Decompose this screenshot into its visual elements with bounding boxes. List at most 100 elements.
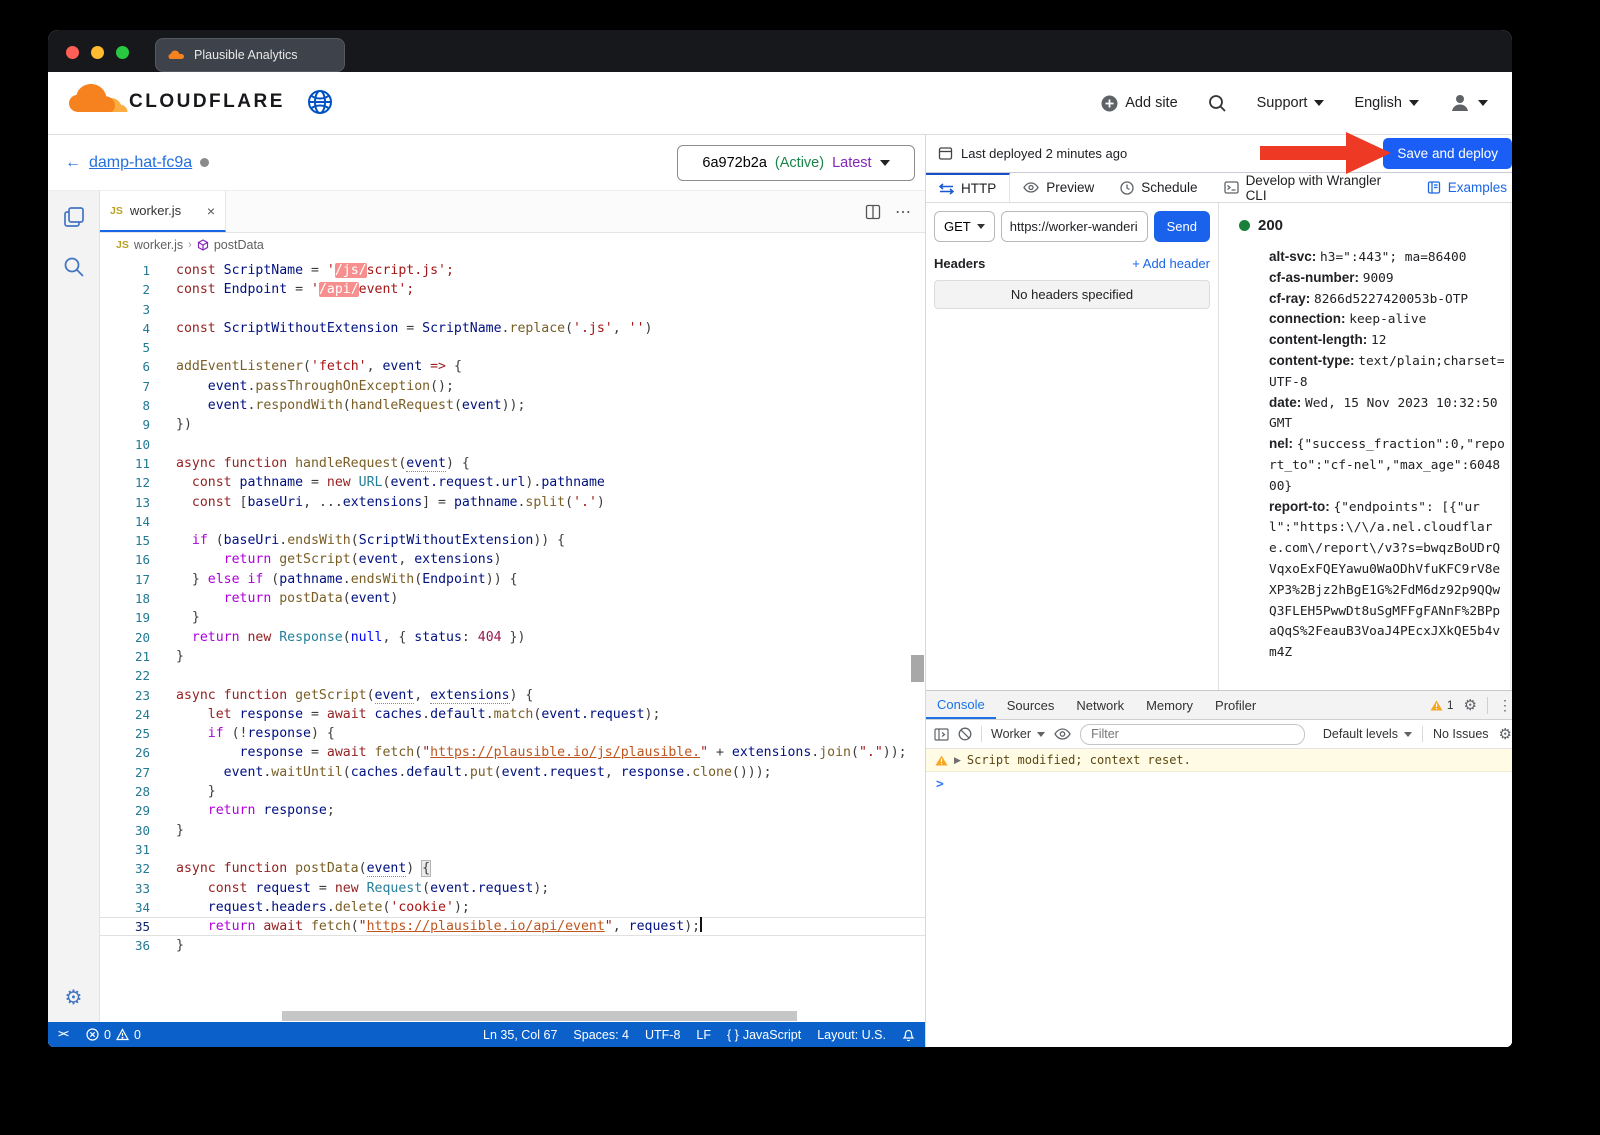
send-request-button[interactable]: Send	[1154, 211, 1210, 242]
code-line[interactable]: 6addEventListener('fetch', event => {	[100, 357, 925, 376]
support-menu[interactable]: Support	[1257, 95, 1325, 111]
code-line[interactable]: 1const ScriptName = '/js/script.js';	[100, 261, 925, 280]
more-actions-icon[interactable]: ⋯	[895, 202, 911, 222]
code-line[interactable]: 33 const request = new Request(event.req…	[100, 879, 925, 898]
settings-gear-icon[interactable]: ⚙	[48, 985, 99, 1010]
tab-schedule[interactable]: Schedule	[1107, 173, 1210, 202]
code-line[interactable]: 16 return getScript(event, extensions)	[100, 550, 925, 569]
split-editor-icon[interactable]	[865, 204, 881, 220]
devtools-menu-icon[interactable]: ⋮	[1487, 697, 1512, 714]
response-scrollbar[interactable]	[1510, 203, 1512, 690]
add-site-button[interactable]: Add site	[1101, 95, 1177, 112]
code-line[interactable]: 29 return response;	[100, 801, 925, 820]
code-line[interactable]: 27 event.waitUntil(caches.default.put(ev…	[100, 763, 925, 782]
cloudflare-logo[interactable]	[65, 82, 129, 124]
expand-triangle-icon[interactable]: ▶	[954, 755, 961, 766]
code-line[interactable]: 9})	[100, 415, 925, 434]
keyboard-layout[interactable]: Layout: U.S.	[817, 1028, 886, 1042]
problems-status[interactable]: 0 0	[86, 1028, 141, 1042]
code-line[interactable]: 12 const pathname = new URL(event.reques…	[100, 473, 925, 492]
tab-profiler[interactable]: Profiler	[1204, 691, 1267, 719]
code-line[interactable]: 28 }	[100, 782, 925, 801]
code-line[interactable]: 13 const [baseUri, ...extensions] = path…	[100, 493, 925, 512]
tab-sources[interactable]: Sources	[996, 691, 1066, 719]
code-line[interactable]: 25 if (!response) {	[100, 724, 925, 743]
zoom-window-button[interactable]	[116, 46, 129, 59]
code-line[interactable]: 19 }	[100, 608, 925, 627]
code-line[interactable]: 24 let response = await caches.default.m…	[100, 705, 925, 724]
account-menu[interactable]	[1449, 92, 1488, 114]
console-prompt[interactable]: >	[926, 772, 1512, 796]
code-line[interactable]: 34 request.headers.delete('cookie');	[100, 898, 925, 917]
live-expression-eye-icon[interactable]	[1054, 728, 1071, 740]
code-line[interactable]: 3	[100, 300, 925, 319]
code-line[interactable]: 17 } else if (pathname.endsWith(Endpoint…	[100, 570, 925, 589]
breadcrumb-file[interactable]: worker.js	[134, 238, 183, 252]
browser-tab[interactable]: Plausible Analytics	[155, 38, 345, 72]
tab-network[interactable]: Network	[1065, 691, 1135, 719]
code-line[interactable]: 11async function handleRequest(event) {	[100, 454, 925, 473]
code-line[interactable]: 26 response = await fetch("https://plaus…	[100, 743, 925, 762]
code-line[interactable]: 20 return new Response(null, { status: 4…	[100, 628, 925, 647]
code-line[interactable]: 2const Endpoint = '/api/event';	[100, 280, 925, 299]
tab-wrangler-cli[interactable]: Develop with Wrangler CLI	[1211, 173, 1414, 202]
method-select[interactable]: GET	[934, 211, 995, 242]
explorer-icon[interactable]	[62, 205, 86, 229]
cursor-position[interactable]: Ln 35, Col 67	[483, 1028, 557, 1042]
language-menu[interactable]: English	[1354, 95, 1419, 111]
encoding[interactable]: UTF-8	[645, 1028, 680, 1042]
search-icon[interactable]	[1208, 94, 1227, 113]
language-mode[interactable]: { }JavaScript	[727, 1028, 801, 1042]
code-line[interactable]: 30}	[100, 821, 925, 840]
code-line[interactable]: 32async function postData(event) {	[100, 859, 925, 878]
clear-console-icon[interactable]	[958, 727, 972, 741]
warnings-badge[interactable]: 1	[1430, 698, 1454, 712]
code-line[interactable]: 23async function getScript(event, extens…	[100, 686, 925, 705]
code-line[interactable]: 31	[100, 840, 925, 859]
remote-indicator-icon[interactable]: ><	[48, 1022, 78, 1047]
breadcrumb-symbol[interactable]: postData	[214, 238, 264, 252]
editor-tab-workerjs[interactable]: JS worker.js ×	[100, 191, 226, 232]
code-line[interactable]: 21}	[100, 647, 925, 666]
code-line[interactable]: 35 return await fetch("https://plausible…	[100, 917, 925, 936]
close-tab-icon[interactable]: ×	[207, 203, 215, 219]
code-line[interactable]: 8 event.respondWith(handleRequest(event)…	[100, 396, 925, 415]
execution-context-select[interactable]: Worker	[991, 727, 1045, 741]
close-window-button[interactable]	[66, 46, 79, 59]
console-warning-row[interactable]: ▶ Script modified; context reset.	[926, 749, 1512, 772]
code-line[interactable]: 5	[100, 338, 925, 357]
add-header-button[interactable]: + Add header	[1132, 256, 1210, 271]
search-sidebar-icon[interactable]	[62, 255, 86, 279]
code-line[interactable]: 10	[100, 435, 925, 454]
notifications-bell-icon[interactable]	[902, 1028, 915, 1042]
globe-icon[interactable]	[307, 89, 333, 115]
minimize-window-button[interactable]	[91, 46, 104, 59]
tab-memory[interactable]: Memory	[1135, 691, 1204, 719]
code-area[interactable]: 1const ScriptName = '/js/script.js';2con…	[100, 257, 925, 1022]
version-select[interactable]: 6a972b2a (Active) Latest	[677, 145, 915, 181]
code-line[interactable]: 4const ScriptWithoutExtension = ScriptNa…	[100, 319, 925, 338]
tab-http[interactable]: HTTP	[926, 173, 1010, 202]
editor-horizontal-scrollbar[interactable]	[152, 1010, 909, 1022]
tab-preview[interactable]: Preview	[1010, 173, 1107, 202]
issues-counter[interactable]: No Issues	[1433, 727, 1489, 741]
code-line[interactable]: 7 event.passThroughOnException();	[100, 377, 925, 396]
code-line[interactable]: 36}	[100, 936, 925, 955]
back-to-worker-link[interactable]: ← damp-hat-fc9a	[65, 154, 192, 172]
devtools-settings-icon[interactable]: ⚙	[1464, 696, 1477, 714]
code-line[interactable]: 14	[100, 512, 925, 531]
editor-vertical-scrollbar[interactable]	[911, 655, 924, 682]
save-and-deploy-button[interactable]: Save and deploy	[1383, 138, 1512, 169]
indentation[interactable]: Spaces: 4	[573, 1028, 629, 1042]
console-filter-input[interactable]	[1080, 724, 1305, 745]
eol-sequence[interactable]: LF	[696, 1028, 711, 1042]
log-levels-select[interactable]: Default levels	[1323, 727, 1412, 741]
code-line[interactable]: 18 return postData(event)	[100, 589, 925, 608]
code-line[interactable]: 15 if (baseUri.endsWith(ScriptWithoutExt…	[100, 531, 925, 550]
tab-examples[interactable]: Examples	[1414, 173, 1512, 202]
tab-console[interactable]: Console	[926, 691, 996, 719]
code-line[interactable]: 22	[100, 666, 925, 685]
request-url-input[interactable]	[1001, 211, 1148, 242]
console-sidebar-toggle-icon[interactable]	[934, 728, 949, 741]
console-settings-icon[interactable]: ⚙	[1499, 725, 1512, 743]
